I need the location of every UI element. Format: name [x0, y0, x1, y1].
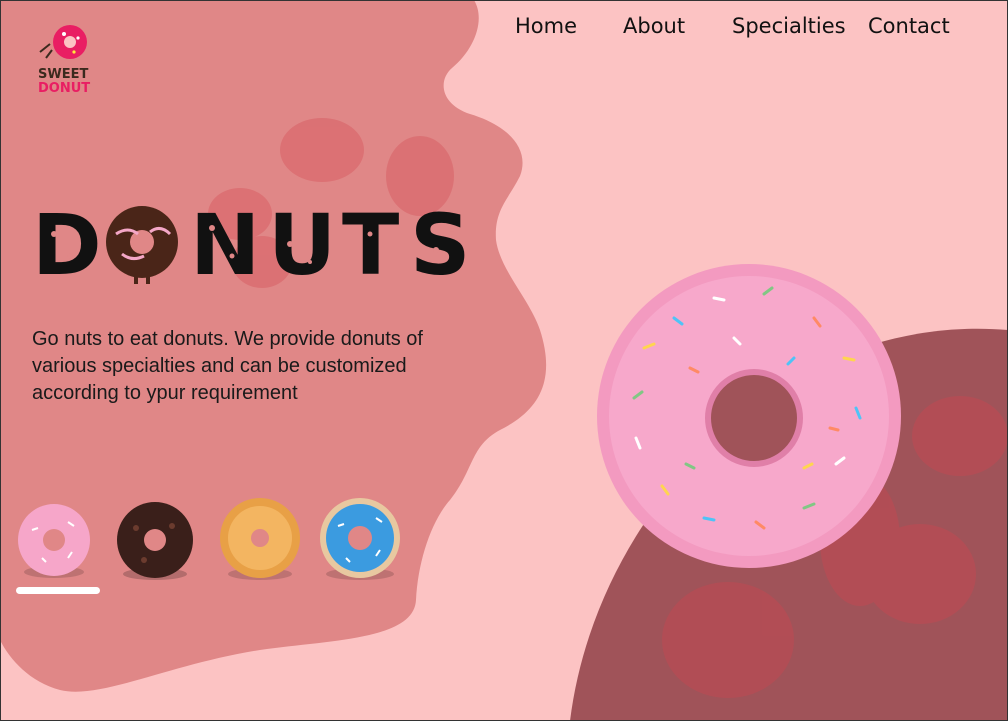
main-nav: Home About Specialties Contact — [0, 14, 1008, 44]
nav-about[interactable]: About — [623, 14, 685, 38]
donut-thumbnails — [0, 490, 420, 600]
thumb-blue-sprinkle-donut[interactable] — [316, 496, 404, 582]
thumbnail-selected-indicator — [16, 587, 100, 594]
featured-donut-image — [597, 264, 901, 568]
brand-line2: DONUT — [38, 81, 90, 96]
title-letter-u: U — [268, 204, 336, 284]
brand-line1: SWEET — [38, 67, 88, 82]
thumb-glazed-donut[interactable] — [218, 496, 302, 582]
nav-contact[interactable]: Contact — [868, 14, 950, 38]
title-donut-o-icon — [106, 206, 178, 284]
hero-tagline: Go nuts to eat donuts. We provide donuts… — [32, 328, 423, 404]
thumb-chocolate-donut[interactable] — [114, 500, 196, 582]
nav-specialties[interactable]: Specialties — [732, 14, 846, 38]
hero-title: D N U T S — [32, 204, 471, 284]
nav-home[interactable]: Home — [515, 14, 577, 38]
title-letter-d: D — [32, 204, 102, 284]
title-letter-n: N — [190, 204, 260, 284]
thumb-pink-sprinkle-donut[interactable] — [14, 502, 94, 580]
title-letter-t: T — [342, 204, 399, 284]
title-letter-s: S — [410, 204, 471, 284]
